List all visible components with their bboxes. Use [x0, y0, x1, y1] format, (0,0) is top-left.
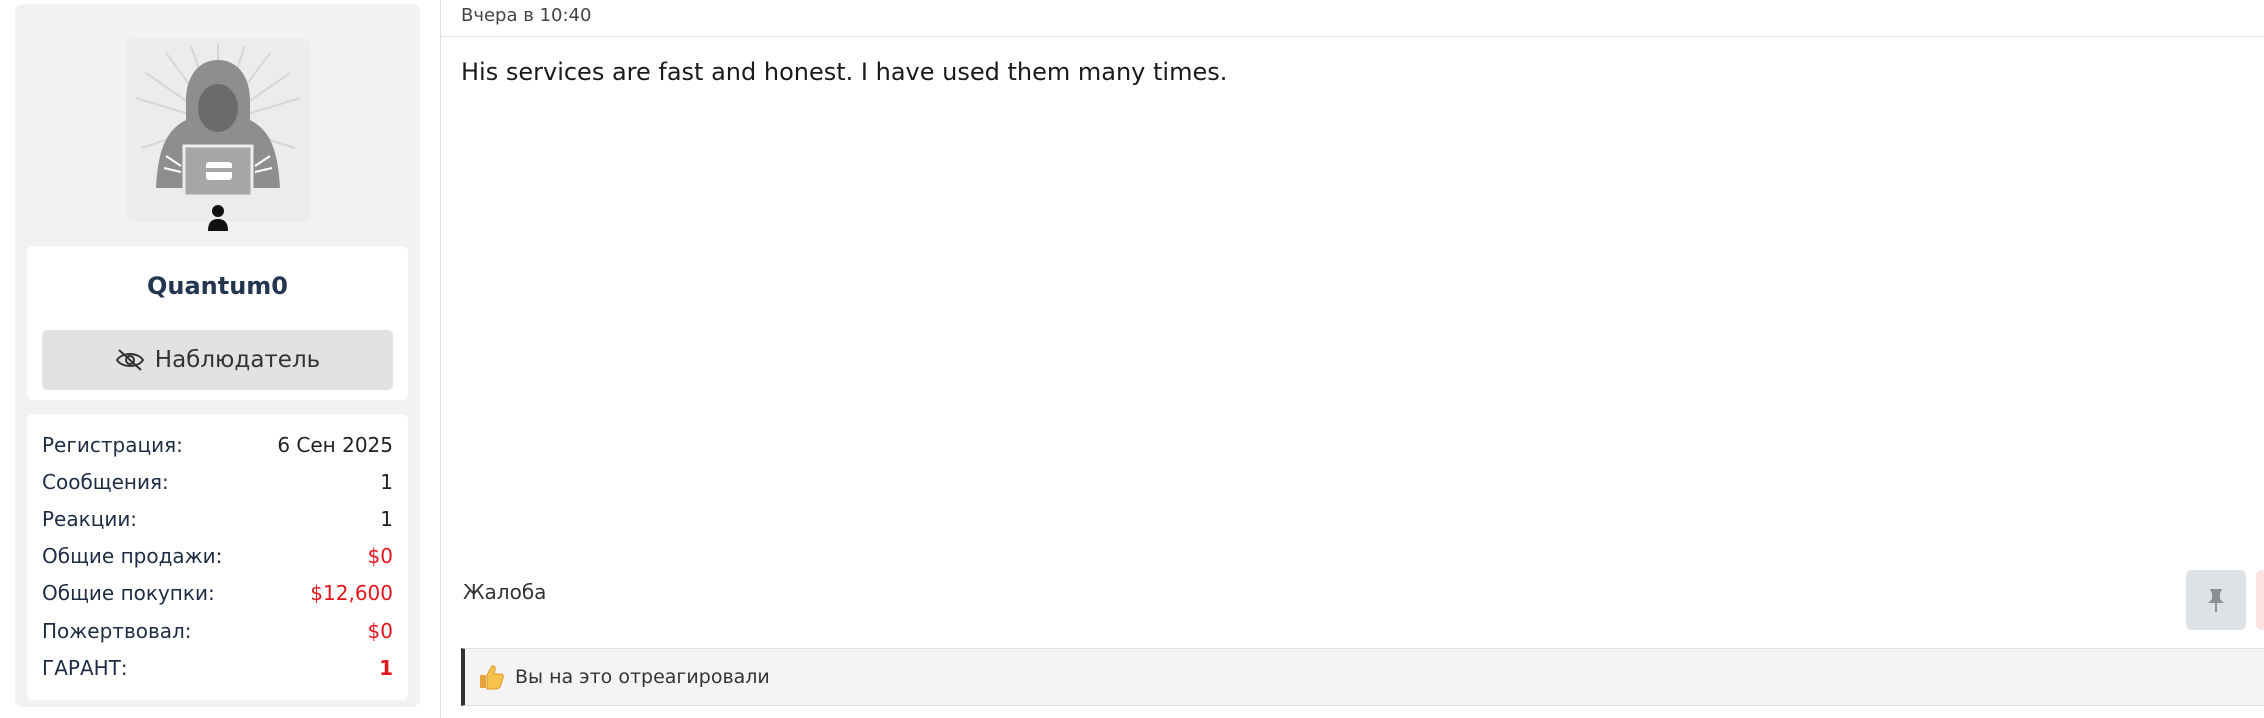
report-link[interactable]: Жалоба — [463, 580, 546, 604]
hooded-hacker-avatar-icon — [135, 43, 301, 198]
eye-slash-icon — [115, 349, 144, 371]
stat-row-messages: Сообщения: 1 — [42, 465, 393, 499]
avatar[interactable] — [126, 38, 310, 222]
stat-label: Общие продажи: — [42, 544, 223, 568]
stat-value: 1 — [379, 656, 393, 680]
user-card: Quantum0 Наблюдатель — [27, 246, 408, 400]
stat-label: Реакции: — [42, 507, 138, 531]
stat-label: Сообщения: — [42, 470, 169, 494]
stat-value: 1 — [380, 507, 393, 531]
role-button[interactable]: Наблюдатель — [42, 330, 393, 390]
column-divider — [440, 0, 441, 718]
stat-row-reactions: Реакции: 1 — [42, 502, 393, 536]
stat-label: ГАРАНТ: — [42, 656, 128, 680]
stat-value: $0 — [367, 619, 393, 643]
post-date[interactable]: Вчера в 10:40 — [461, 5, 591, 26]
stat-row-guarantor: ГАРАНТ: 1 — [42, 651, 393, 685]
stat-value: 6 Сен 2025 — [277, 433, 393, 457]
pin-icon — [2208, 589, 2224, 612]
stat-label: Пожертвовал: — [42, 619, 192, 643]
action-button-partial[interactable] — [2256, 570, 2264, 630]
reactions-bar[interactable]: Вы на это отреагировали — [461, 648, 2264, 706]
thumbs-up-icon — [480, 665, 504, 690]
reaction-summary[interactable]: Вы на это отреагировали — [515, 666, 770, 688]
post-body: His services are fast and honest. I have… — [461, 58, 1228, 86]
user-sidebar: Quantum0 Наблюдатель Регистрация: 6 Сен … — [15, 4, 420, 707]
stat-row-registration: Регистрация: 6 Сен 2025 — [42, 428, 393, 462]
stat-label: Регистрация: — [42, 433, 183, 457]
stat-value: 1 — [380, 470, 393, 494]
role-label: Наблюдатель — [154, 347, 321, 373]
user-stats: Регистрация: 6 Сен 2025 Сообщения: 1 Реа… — [27, 414, 408, 700]
post-header-divider — [441, 36, 2264, 37]
stat-value: $0 — [367, 544, 393, 568]
username[interactable]: Quantum0 — [27, 272, 408, 300]
stat-value: $12,600 — [310, 581, 393, 605]
stat-label: Общие покупки: — [42, 581, 215, 605]
stat-row-donated: Пожертвовал: $0 — [42, 614, 393, 648]
stat-row-total-purchases: Общие покупки: $12,600 — [42, 576, 393, 610]
pin-button[interactable] — [2186, 570, 2246, 630]
user-icon — [208, 205, 228, 231]
stat-row-total-sales: Общие продажи: $0 — [42, 539, 393, 573]
